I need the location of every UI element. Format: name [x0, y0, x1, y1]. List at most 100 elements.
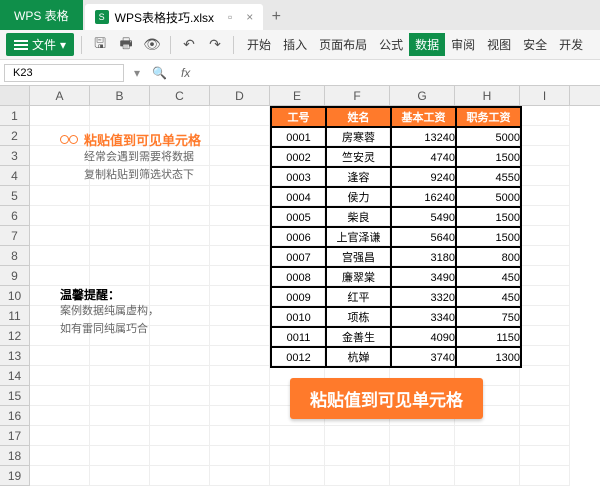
- cell[interactable]: [210, 346, 270, 366]
- cell[interactable]: [90, 186, 150, 206]
- col-header[interactable]: I: [520, 86, 570, 105]
- cell[interactable]: [520, 386, 570, 406]
- document-tab[interactable]: S WPS表格技巧.xlsx ▫ ×: [85, 4, 264, 30]
- cell[interactable]: [210, 126, 270, 146]
- row-header[interactable]: 12: [0, 326, 30, 346]
- cell[interactable]: [150, 346, 210, 366]
- cell[interactable]: [520, 146, 570, 166]
- redo-icon[interactable]: ↷: [204, 34, 226, 56]
- cell[interactable]: [455, 466, 520, 486]
- menu-插入[interactable]: 插入: [277, 33, 313, 56]
- menu-数据[interactable]: 数据: [409, 33, 445, 56]
- cell[interactable]: [455, 446, 520, 466]
- cell[interactable]: [455, 426, 520, 446]
- cell[interactable]: [520, 106, 570, 126]
- cell[interactable]: [210, 186, 270, 206]
- cell[interactable]: [520, 126, 570, 146]
- cell[interactable]: [150, 286, 210, 306]
- cell[interactable]: [30, 446, 90, 466]
- row-header[interactable]: 17: [0, 426, 30, 446]
- cell[interactable]: [520, 306, 570, 326]
- select-all-corner[interactable]: [0, 86, 30, 105]
- cell[interactable]: [520, 166, 570, 186]
- cell[interactable]: [390, 466, 455, 486]
- cell[interactable]: [30, 106, 90, 126]
- menu-开始[interactable]: 开始: [241, 33, 277, 56]
- cell[interactable]: [90, 346, 150, 366]
- cell[interactable]: [30, 366, 90, 386]
- menu-安全[interactable]: 安全: [517, 33, 553, 56]
- cell[interactable]: [150, 246, 210, 266]
- preview-icon[interactable]: 👁: [141, 34, 163, 56]
- cell[interactable]: [150, 226, 210, 246]
- row-header[interactable]: 6: [0, 206, 30, 226]
- cell[interactable]: [30, 466, 90, 486]
- menu-公式[interactable]: 公式: [373, 33, 409, 56]
- cell[interactable]: [390, 446, 455, 466]
- cell[interactable]: [210, 266, 270, 286]
- cell[interactable]: [150, 326, 210, 346]
- cell[interactable]: [90, 386, 150, 406]
- cell[interactable]: [520, 446, 570, 466]
- cell[interactable]: [30, 226, 90, 246]
- cell[interactable]: [150, 386, 210, 406]
- cell[interactable]: [30, 426, 90, 446]
- cell[interactable]: [90, 446, 150, 466]
- cell[interactable]: [30, 386, 90, 406]
- cell[interactable]: [520, 206, 570, 226]
- cell[interactable]: [270, 426, 325, 446]
- col-header[interactable]: E: [270, 86, 325, 105]
- cell[interactable]: [210, 106, 270, 126]
- cell-reference-input[interactable]: [4, 64, 124, 82]
- cell[interactable]: [150, 466, 210, 486]
- cell[interactable]: [150, 186, 210, 206]
- cell[interactable]: [520, 186, 570, 206]
- paste-visible-button[interactable]: 粘贴值到可见单元格: [290, 378, 483, 419]
- cell[interactable]: [210, 206, 270, 226]
- cell[interactable]: [150, 266, 210, 286]
- cell[interactable]: [520, 366, 570, 386]
- cell[interactable]: [210, 466, 270, 486]
- row-header[interactable]: 5: [0, 186, 30, 206]
- row-header[interactable]: 4: [0, 166, 30, 186]
- cell[interactable]: [520, 326, 570, 346]
- cell[interactable]: [90, 426, 150, 446]
- row-header[interactable]: 13: [0, 346, 30, 366]
- row-header[interactable]: 7: [0, 226, 30, 246]
- cell[interactable]: [210, 406, 270, 426]
- cell[interactable]: [520, 406, 570, 426]
- cell[interactable]: [325, 466, 390, 486]
- col-header[interactable]: A: [30, 86, 90, 105]
- cell[interactable]: [30, 266, 90, 286]
- cell[interactable]: [390, 426, 455, 446]
- row-header[interactable]: 8: [0, 246, 30, 266]
- cell[interactable]: [30, 406, 90, 426]
- cell[interactable]: [210, 306, 270, 326]
- cell[interactable]: [30, 186, 90, 206]
- cell[interactable]: [90, 246, 150, 266]
- cell[interactable]: [520, 346, 570, 366]
- cell[interactable]: [210, 386, 270, 406]
- row-header[interactable]: 18: [0, 446, 30, 466]
- cell[interactable]: [150, 306, 210, 326]
- col-header[interactable]: H: [455, 86, 520, 105]
- cell[interactable]: [270, 466, 325, 486]
- row-header[interactable]: 10: [0, 286, 30, 306]
- col-header[interactable]: F: [325, 86, 390, 105]
- cell[interactable]: [210, 326, 270, 346]
- print-icon[interactable]: 🖶: [115, 34, 137, 56]
- spreadsheet-grid[interactable]: ABCDEFGHI 12345678910111213141516171819 …: [0, 86, 600, 500]
- cell[interactable]: [150, 406, 210, 426]
- app-tab[interactable]: WPS 表格: [0, 0, 83, 30]
- search-icon[interactable]: 🔍: [146, 66, 173, 80]
- fx-label[interactable]: fx: [173, 66, 198, 80]
- row-header[interactable]: 16: [0, 406, 30, 426]
- cell[interactable]: [210, 446, 270, 466]
- cell[interactable]: [90, 206, 150, 226]
- col-header[interactable]: G: [390, 86, 455, 105]
- cell[interactable]: [90, 366, 150, 386]
- cell[interactable]: [90, 406, 150, 426]
- row-header[interactable]: 9: [0, 266, 30, 286]
- row-header[interactable]: 15: [0, 386, 30, 406]
- cell[interactable]: [520, 266, 570, 286]
